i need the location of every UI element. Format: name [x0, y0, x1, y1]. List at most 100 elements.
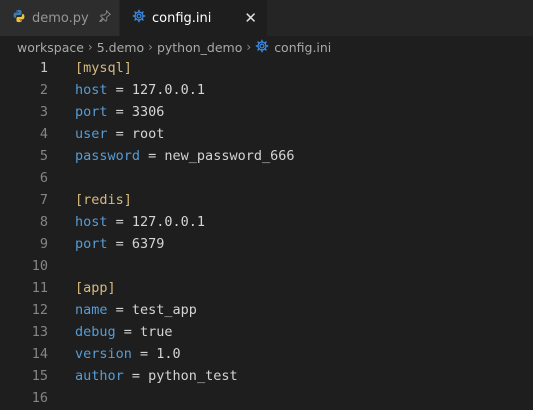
line-number: 6 [39, 170, 48, 186]
line-content: [app] [48, 277, 116, 299]
gear-icon [132, 9, 146, 27]
section-header: [redis] [75, 192, 132, 208]
breadcrumb: workspace › 5.demo › python_demo › confi… [0, 37, 533, 57]
gear-icon [255, 39, 274, 56]
line-content: [redis] [48, 189, 132, 211]
equals-sign: = [107, 214, 132, 230]
code-line[interactable]: 13 debug = true [0, 321, 533, 343]
line-number: 16 [31, 390, 48, 406]
code-line[interactable]: 2 host = 127.0.0.1 [0, 79, 533, 101]
line-number: 7 [39, 192, 48, 208]
line-content: debug = true [48, 321, 173, 343]
close-icon[interactable]: ✕ [244, 10, 257, 26]
code-line[interactable]: 14 version = 1.0 [0, 343, 533, 365]
line-content: name = test_app [48, 299, 197, 321]
line-number: 3 [39, 104, 48, 120]
line-number: 13 [31, 324, 48, 340]
config-key: author [75, 368, 124, 384]
breadcrumb-item-demo[interactable]: 5.demo [97, 40, 144, 55]
breadcrumb-label: config.ini [274, 39, 332, 55]
chevron-right-icon: › [87, 40, 93, 54]
config-value: test_app [131, 302, 197, 318]
equals-sign: = [107, 236, 132, 252]
line-number: 12 [31, 302, 48, 318]
code-line[interactable]: 6 [0, 167, 533, 189]
config-key: password [75, 148, 141, 164]
equals-sign: = [140, 148, 165, 164]
line-number: 11 [31, 280, 48, 296]
code-line[interactable]: 12 name = test_app [0, 299, 533, 321]
config-key: user [75, 126, 108, 142]
section-header: [app] [75, 280, 116, 296]
tab-label: config.ini [152, 10, 212, 26]
config-value: 127.0.0.1 [131, 82, 206, 98]
line-number: 1 [39, 60, 48, 76]
line-content: version = 1.0 [48, 343, 181, 365]
code-line[interactable]: 4 user = root [0, 123, 533, 145]
equals-sign: = [115, 324, 141, 340]
breadcrumb-item-python-demo[interactable]: python_demo [157, 40, 242, 55]
equals-sign: = [107, 104, 132, 120]
equals-sign: = [123, 368, 149, 384]
line-content: host = 127.0.0.1 [48, 211, 205, 233]
tab-label: demo.py [32, 10, 89, 26]
equals-sign: = [107, 302, 132, 318]
config-value: 127.0.0.1 [131, 214, 206, 230]
line-content: [mysql] [48, 57, 132, 79]
code-line[interactable]: 10 [0, 255, 533, 277]
config-key: port [75, 236, 108, 252]
line-content: author = python_test [48, 365, 238, 387]
code-line[interactable]: 8 host = 127.0.0.1 [0, 211, 533, 233]
line-content: port = 6379 [48, 233, 164, 255]
config-key: name [75, 302, 108, 318]
code-editor: demo.py config.ini ✕ workspace › 5.demo … [0, 0, 533, 410]
pin-icon[interactable] [99, 9, 112, 26]
config-key: host [75, 214, 108, 230]
equals-sign: = [107, 82, 132, 98]
line-number: 2 [39, 82, 48, 98]
line-number: 14 [31, 346, 48, 362]
config-value: 6379 [131, 236, 165, 252]
config-value: root [131, 126, 165, 142]
line-content [48, 167, 75, 189]
chevron-right-icon: › [148, 40, 153, 54]
python-icon [12, 9, 26, 27]
equals-sign: = [107, 126, 132, 142]
code-line[interactable]: 5 password = new_password_666 [0, 145, 533, 167]
breadcrumb-item-workspace[interactable]: workspace [17, 40, 84, 55]
config-key: version [75, 346, 132, 362]
code-line[interactable]: 1 [mysql] [0, 57, 533, 79]
code-area[interactable]: 1 [mysql] 2 host = 127.0.0.1 3 port = 3306 4 us… [0, 57, 533, 409]
config-key: host [75, 82, 108, 98]
chevron-right-icon: › [246, 40, 252, 54]
config-value: 1.0 [156, 346, 181, 362]
config-value: 3306 [131, 104, 165, 120]
line-number: 5 [39, 148, 48, 164]
config-value: new_password_666 [164, 148, 295, 164]
code-line[interactable]: 11 [app] [0, 277, 533, 299]
line-number: 15 [31, 368, 48, 384]
line-number: 9 [39, 236, 48, 252]
line-content: user = root [48, 123, 164, 145]
line-number: 4 [39, 126, 48, 142]
line-content: port = 3306 [48, 101, 164, 123]
breadcrumb-item-config[interactable]: config.ini [255, 39, 331, 56]
config-key: debug [75, 324, 116, 340]
code-line[interactable]: 7 [redis] [0, 189, 533, 211]
tab-bar: demo.py config.ini ✕ [0, 0, 533, 37]
tab-config-ini[interactable]: config.ini ✕ [120, 0, 267, 36]
config-key: port [75, 104, 108, 120]
line-content: password = new_password_666 [48, 145, 294, 167]
config-value: python_test [148, 368, 238, 384]
config-value: true [140, 324, 173, 340]
code-line[interactable]: 9 port = 6379 [0, 233, 533, 255]
line-content [48, 387, 75, 409]
section-header: [mysql] [75, 60, 132, 76]
code-line[interactable]: 16 [0, 387, 533, 409]
line-content: host = 127.0.0.1 [48, 79, 205, 101]
equals-sign: = [131, 346, 157, 362]
tab-demo-py[interactable]: demo.py [0, 0, 120, 36]
code-line[interactable]: 15 author = python_test [0, 365, 533, 387]
code-line[interactable]: 3 port = 3306 [0, 101, 533, 123]
line-number: 10 [31, 258, 48, 274]
